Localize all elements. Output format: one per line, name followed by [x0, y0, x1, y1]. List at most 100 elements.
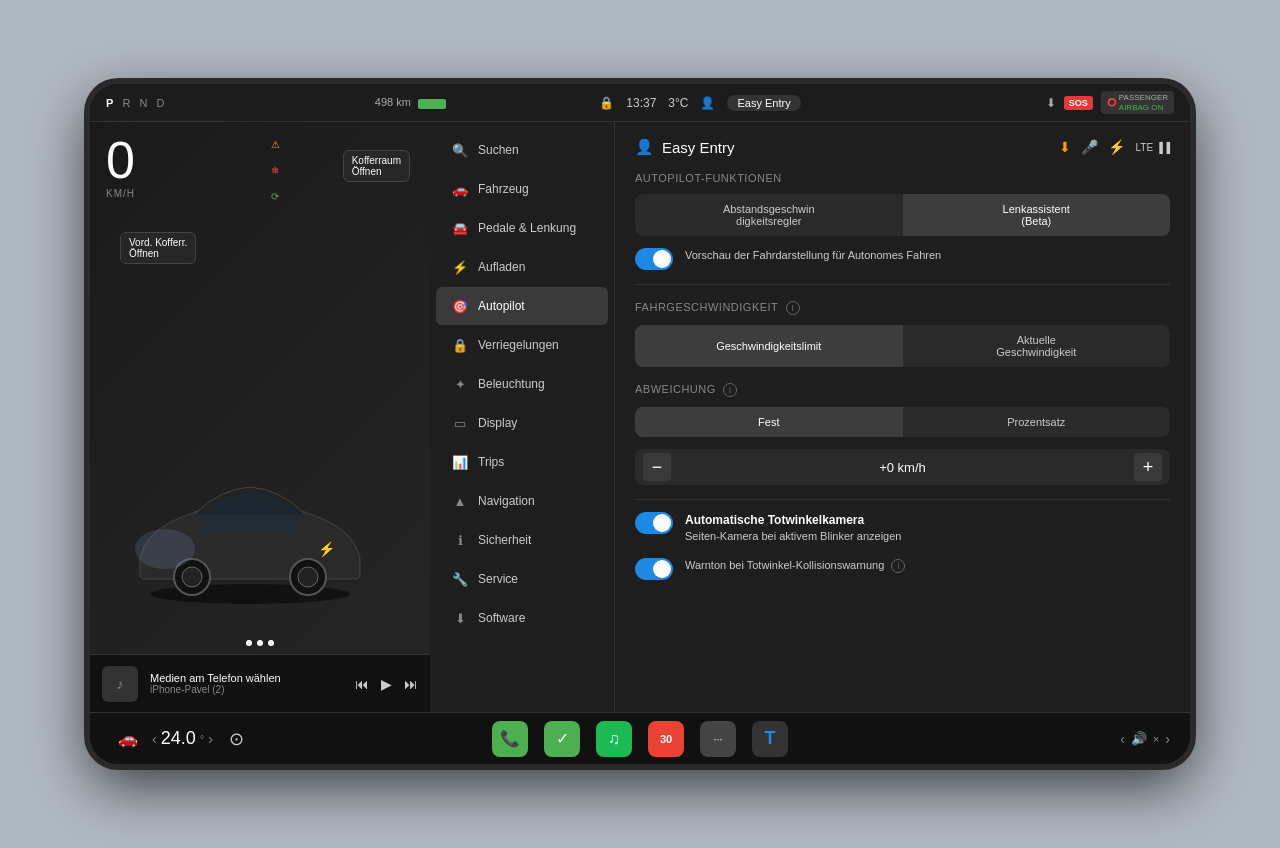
fest-btn[interactable]: Fest [635, 407, 903, 437]
warning-icon: ❄ [265, 160, 285, 180]
sos-button[interactable]: SOS [1064, 96, 1093, 110]
calendar-app-btn[interactable]: 30 [648, 721, 684, 757]
fahrdarstellung-toggle-row: Vorschau der Fahrdarstellung für Autonom… [635, 248, 1170, 270]
taskbar-left: 🚗 ‹ 24.0 ° › ⊙ [110, 721, 310, 757]
nav-item-beleuchtung[interactable]: ✦ Beleuchtung [436, 365, 608, 403]
security-icon: ℹ [452, 532, 468, 548]
fahrdarstellung-label: Vorschau der Fahrdarstellung für Autonom… [685, 248, 941, 263]
warning-toggle-row: Warnton bei Totwinkel-Kollisionswarnung … [635, 558, 1170, 580]
status-center: 🔒 13:37 3°C 👤 Easy Entry [446, 95, 954, 111]
temp-increase-btn[interactable]: › [208, 731, 213, 747]
nav-item-suchen[interactable]: 🔍 Suchen [436, 131, 608, 169]
nav-icon: ▲ [452, 493, 468, 509]
offset-increase-btn[interactable]: + [1134, 453, 1162, 481]
trunk-front-label[interactable]: Vord. Kofferr. Öffnen [120, 232, 196, 264]
camera-toggle[interactable] [635, 512, 673, 534]
dot-3 [268, 640, 274, 646]
phone-app-btn[interactable]: 📞 [492, 721, 528, 757]
autopilot-section-title: Autopilot-Funktionen [635, 172, 1170, 184]
battery-bar [418, 99, 446, 109]
svg-point-4 [298, 567, 318, 587]
vol-next-btn[interactable]: › [1165, 731, 1170, 747]
warning-info-icon[interactable]: i [891, 559, 905, 573]
settings-panel: 👤 Easy Entry ⬇ 🎤 ⚡ LTE ▐▐ Autopilot-Funk… [615, 122, 1190, 712]
temp-decrease-btn[interactable]: ‹ [152, 731, 157, 747]
spotify-app-btn[interactable]: ♫ [596, 721, 632, 757]
offset-decrease-btn[interactable]: − [643, 453, 671, 481]
mic-icon: 🎤 [1081, 139, 1098, 155]
speed-btn-group: Geschwindigkeitslimit AktuelleGeschwindi… [635, 325, 1170, 367]
lte-signal-icon: LTE ▐▐ [1135, 142, 1170, 153]
volume-control: 🔊 × [1131, 731, 1159, 746]
trips-icon: 📊 [452, 454, 468, 470]
autopilot-icon: 🎯 [452, 298, 468, 314]
airbag-badge: ⭕ PASSENGERAIRBAG ON [1101, 91, 1174, 114]
camera-toggle-row: Automatische Totwinkelkamera Seiten-Kame… [635, 512, 1170, 544]
nav-item-fahrzeug[interactable]: 🚗 Fahrzeug [436, 170, 608, 208]
profile-icon: 👤 [700, 96, 715, 110]
warning-toggle[interactable] [635, 558, 673, 580]
trunk-rear-label[interactable]: Kofferraum Öffnen [343, 150, 410, 182]
search-icon: 🔍 [452, 142, 468, 158]
abweichung-info-icon[interactable]: i [723, 383, 737, 397]
light-icon: ✦ [452, 376, 468, 392]
nav-item-aufladen[interactable]: ⚡ Aufladen [436, 248, 608, 286]
nav-item-trips[interactable]: 📊 Trips [436, 443, 608, 481]
nav-item-verriegelungen[interactable]: 🔒 Verriegelungen [436, 326, 608, 364]
music-icon: ♪ [102, 666, 138, 702]
abweichung-section-title: Abweichung i [635, 383, 1170, 397]
gear-p[interactable]: P [106, 97, 116, 109]
svg-point-6 [135, 529, 195, 569]
main-content: 0 KM/H ⚠ ❄ ⟳ Kofferraum Öffnen Vord. Kof… [90, 122, 1190, 712]
car-image: ⚡ [120, 459, 380, 609]
music-controls: ⏮ ▶ ⏭ [355, 676, 418, 692]
check-app-btn[interactable]: ✓ [544, 721, 580, 757]
warning-label: Warnton bei Totwinkel-Kollisionswarnung … [685, 558, 905, 573]
download-icon: ⬇ [1046, 96, 1056, 110]
steering-wheel-icon[interactable]: ⊙ [219, 721, 255, 757]
more-app-btn[interactable]: ··· [700, 721, 736, 757]
temp-value: 24.0 [161, 728, 196, 749]
taskbar-right: ‹ 🔊 × › [970, 731, 1170, 747]
geschwindigkeitslimit-btn[interactable]: Geschwindigkeitslimit [635, 325, 903, 367]
tesla-app-btn[interactable]: T [752, 721, 788, 757]
play-button[interactable]: ▶ [381, 676, 392, 692]
nav-item-software[interactable]: ⬇ Software [436, 599, 608, 637]
gear-indicator: P R N D [106, 97, 167, 109]
music-bar: ♪ Medien am Telefon wählen iPhone-Pavel … [90, 654, 430, 712]
taskbar: 🚗 ‹ 24.0 ° › ⊙ 📞 ✓ ♫ 30 ··· T ‹ 🔊 × › [90, 712, 1190, 764]
dot-2 [257, 640, 263, 646]
speed-unit: KM/H [106, 188, 135, 199]
vol-icon[interactable]: 🔊 [1131, 731, 1147, 746]
nav-item-display[interactable]: ▭ Display [436, 404, 608, 442]
speed-offset-control: − +0 km/h + [635, 449, 1170, 485]
left-panel: 0 KM/H ⚠ ❄ ⟳ Kofferraum Öffnen Vord. Kof… [90, 122, 430, 712]
autopilot-btn-group: Abstandsgeschwindigkeitsregler Lenkassis… [635, 194, 1170, 236]
temp-display-header: 3°C [668, 96, 688, 110]
nav-item-sicherheit[interactable]: ℹ Sicherheit [436, 521, 608, 559]
abweichung-btn-group: Fest Prozentsatz [635, 407, 1170, 437]
prev-button[interactable]: ⏮ [355, 676, 369, 692]
nav-item-pedale[interactable]: 🚘 Pedale & Lenkung [436, 209, 608, 247]
abstand-btn[interactable]: Abstandsgeschwindigkeitsregler [635, 194, 903, 236]
prozentsatz-btn[interactable]: Prozentsatz [903, 407, 1171, 437]
temp-unit: ° [200, 733, 204, 745]
nav-item-autopilot[interactable]: 🎯 Autopilot [436, 287, 608, 325]
lock-icon: 🔒 [452, 337, 468, 353]
lenkassistent-btn[interactable]: Lenkassistent(Beta) [903, 194, 1171, 236]
aktuelle-btn[interactable]: AktuelleGeschwindigkeit [903, 325, 1171, 367]
airbag-icon: ⭕ [1107, 98, 1117, 107]
speed-info-icon[interactable]: i [786, 301, 800, 315]
vol-prev-btn[interactable]: ‹ [1120, 731, 1125, 747]
charge-icon: ⚡ [452, 259, 468, 275]
nav-item-service[interactable]: 🔧 Service [436, 560, 608, 598]
next-button[interactable]: ⏭ [404, 676, 418, 692]
nav-item-navigation[interactable]: ▲ Navigation [436, 482, 608, 520]
divider-2 [635, 499, 1170, 500]
bt-icon: ⚡ [1108, 139, 1125, 155]
fahrdarstellung-toggle[interactable] [635, 248, 673, 270]
range-info: 498 km [375, 96, 446, 108]
car-area: 0 KM/H ⚠ ❄ ⟳ Kofferraum Öffnen Vord. Kof… [90, 122, 430, 654]
easy-entry-badge[interactable]: Easy Entry [727, 95, 800, 111]
taskbar-car-icon[interactable]: 🚗 [110, 721, 146, 757]
